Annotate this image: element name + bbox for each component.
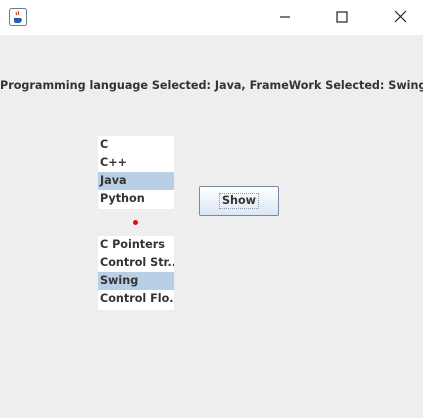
list-item-cpp[interactable]: C++ — [98, 154, 174, 172]
list-item-c-pointers[interactable]: C Pointers — [98, 236, 174, 254]
list-item-java[interactable]: Java — [98, 172, 174, 190]
list-item-c[interactable]: C — [98, 136, 174, 154]
close-button[interactable] — [377, 0, 423, 35]
list-item-control-flow[interactable]: Control Flo... — [98, 290, 174, 308]
maximize-button[interactable] — [319, 0, 365, 35]
title-bar — [0, 0, 423, 35]
list-item-python[interactable]: Python — [98, 190, 174, 208]
list-item-control-structures[interactable]: Control Str... — [98, 254, 174, 272]
show-button-label: Show — [218, 193, 260, 209]
show-button[interactable]: Show — [199, 186, 279, 216]
minimize-icon — [279, 8, 291, 27]
framework-list[interactable]: C Pointers Control Str... Swing Control … — [98, 236, 174, 310]
list-item-swing[interactable]: Swing — [98, 272, 174, 290]
minimize-button[interactable] — [262, 0, 308, 35]
java-cup-icon[interactable] — [9, 8, 27, 26]
maximize-icon — [336, 8, 348, 27]
close-icon — [394, 8, 407, 27]
selection-status-label: Programming language Selected: Java, Fra… — [0, 79, 423, 92]
language-list[interactable]: C C++ Java Python — [98, 136, 174, 209]
indicator-dot — [133, 220, 138, 225]
